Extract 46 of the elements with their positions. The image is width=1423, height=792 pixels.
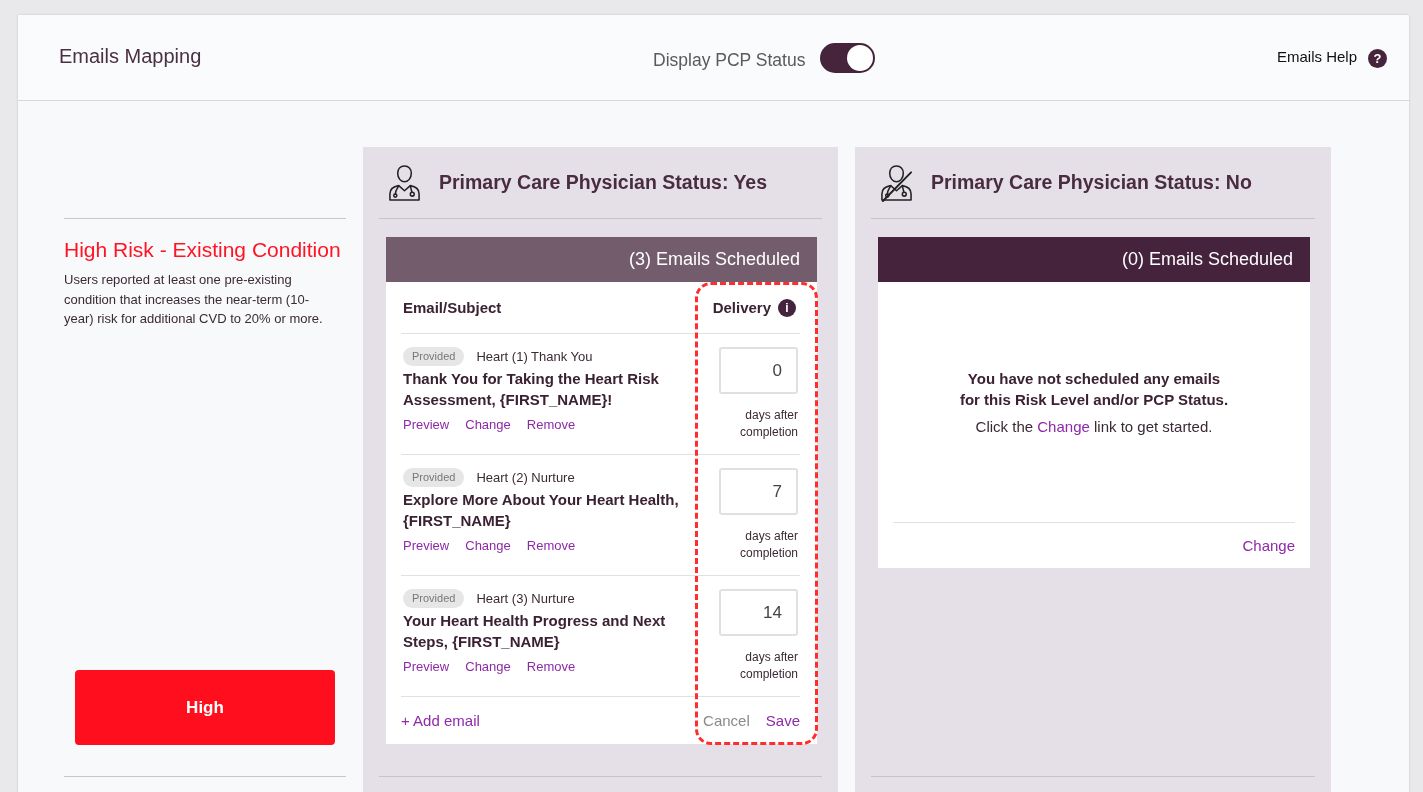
risk-description: Users reported at least one pre-existing condition that increases the near-term (10-year) risk for additional CVD to 20% or more. [64, 271, 324, 328]
help-icon[interactable]: ? [1368, 49, 1387, 68]
template-name: Heart (2) Nurture [476, 470, 575, 485]
days-note: days after completion [738, 528, 798, 562]
template-name: Heart (1) Thank You [476, 349, 593, 364]
days-input[interactable]: 0 [719, 347, 798, 394]
column-heading: Email/Subject [403, 299, 502, 316]
card-header: (0) Emails Scheduled [878, 237, 1310, 282]
risk-level-button[interactable]: High [75, 670, 335, 745]
change-link[interactable]: Change [1037, 417, 1090, 435]
pcp-status-toggle[interactable] [820, 42, 876, 73]
card-header: (3) Emails Scheduled [386, 237, 817, 282]
empty-message: You have not scheduled any emails for this Risk Level and/or PCP Status. [959, 368, 1229, 410]
toggle-label: Display PCP Status [653, 50, 806, 71]
email-subject: Your Heart Health Progress and Next Steps, {FIRST_NAME} [403, 611, 667, 652]
page-title: Emails Mapping [59, 45, 202, 68]
days-note: days after completion [738, 407, 798, 441]
provided-tag: Provided [403, 347, 465, 366]
provided-tag: Provided [403, 589, 465, 608]
days-input[interactable]: 14 [719, 589, 798, 636]
email-action-link[interactable]: Remove [526, 537, 576, 554]
email-subject: Thank You for Taking the Heart Risk Assessment, {FIRST_NAME}! [403, 369, 660, 410]
info-icon[interactable]: i [778, 298, 796, 317]
panel-title: Primary Care Physician Status: No [931, 171, 1252, 194]
email-action-link[interactable]: Remove [526, 658, 576, 675]
save-link[interactable]: Save [765, 712, 800, 729]
email-action-link[interactable]: Preview [403, 416, 450, 433]
cancel-link[interactable]: Cancel [703, 712, 750, 729]
risk-title: High Risk - Existing Condition [64, 237, 342, 263]
template-name: Heart (3) Nurture [476, 591, 575, 606]
column-heading: Delivery [712, 299, 771, 316]
empty-hint: Click the Change link to get started. [975, 416, 1213, 437]
provided-tag: Provided [403, 468, 465, 487]
help-link[interactable]: Emails Help [1276, 48, 1357, 65]
panel-title: Primary Care Physician Status: Yes [439, 171, 768, 194]
email-action-link[interactable]: Change [465, 416, 511, 433]
email-action-link[interactable]: Preview [403, 658, 450, 675]
add-email-link[interactable]: + Add email [401, 712, 480, 729]
change-link[interactable]: Change [1242, 537, 1295, 554]
email-action-link[interactable]: Change [465, 537, 511, 554]
email-action-link[interactable]: Change [465, 658, 511, 675]
days-input[interactable]: 7 [719, 468, 798, 515]
email-subject: Explore More About Your Heart Health, {FIRST_NAME} [403, 490, 680, 531]
email-action-link[interactable]: Preview [403, 537, 450, 554]
days-note: days after completion [738, 649, 798, 683]
email-action-link[interactable]: Remove [526, 416, 576, 433]
